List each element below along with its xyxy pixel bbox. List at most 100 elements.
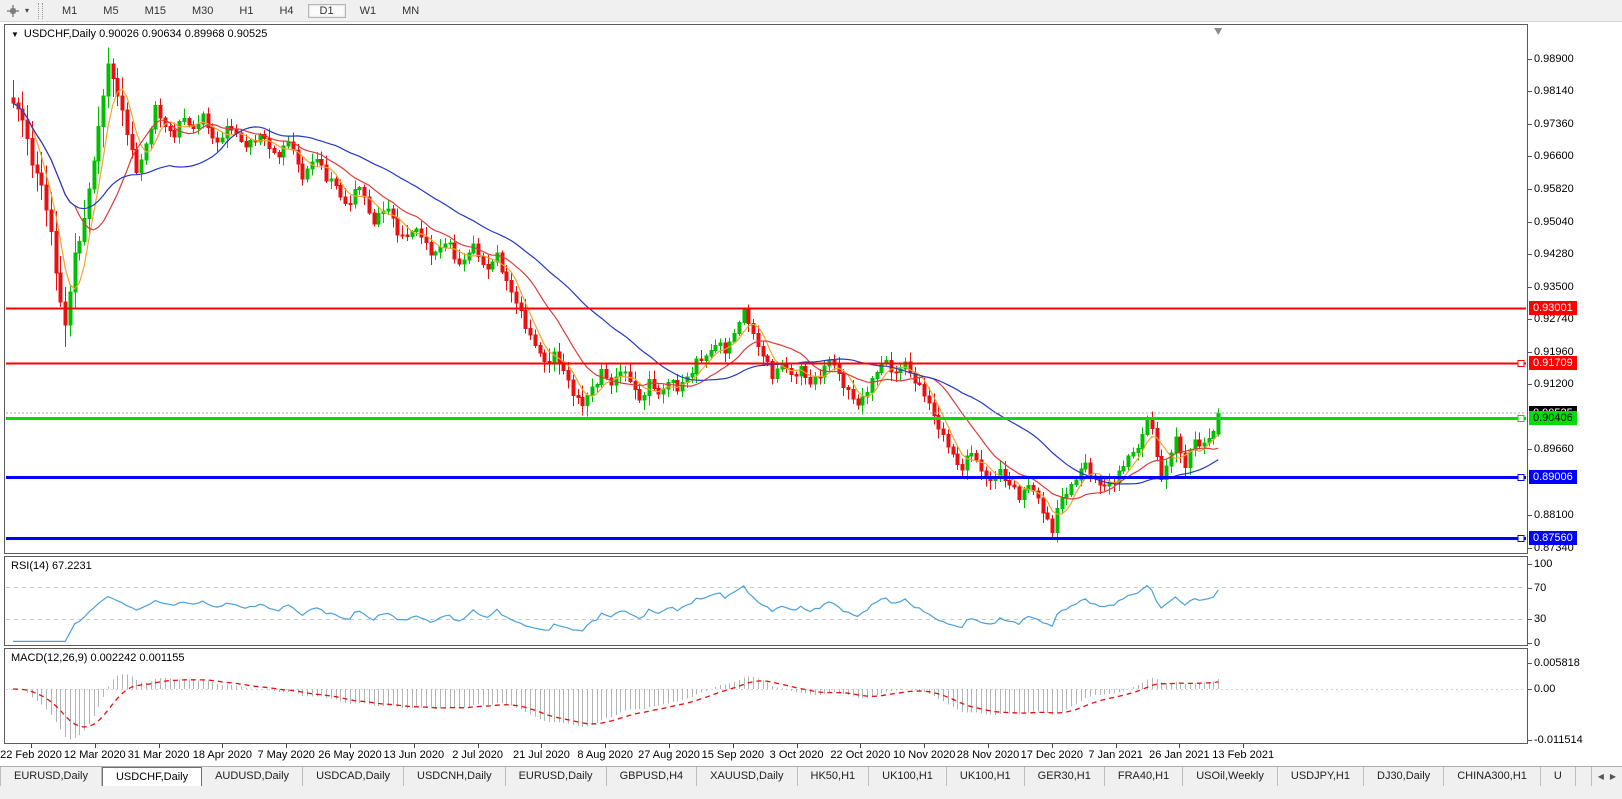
date-label: 31 Mar 2020 — [128, 749, 190, 761]
timeframe-button-h1[interactable]: H1 — [227, 4, 265, 18]
date-label: 22 Oct 2020 — [830, 749, 890, 761]
date-label: 15 Sep 2020 — [702, 749, 764, 761]
date-tick — [988, 744, 989, 748]
timeframe-button-m30[interactable]: M30 — [180, 4, 225, 18]
macd-chart — [5, 649, 1527, 743]
date-label: 28 Nov 2020 — [957, 749, 1019, 761]
chart-tab-dj30-daily[interactable]: DJ30,Daily — [1364, 767, 1444, 786]
candlestick-chart[interactable] — [5, 25, 1527, 553]
date-tick — [1052, 744, 1053, 748]
date-label: 26 Jan 2021 — [1149, 749, 1210, 761]
chart-tab-uk100-h1[interactable]: UK100,H1 — [869, 767, 947, 786]
timeframe-button-h4[interactable]: H4 — [267, 4, 305, 18]
date-tick — [478, 744, 479, 748]
date-tick — [541, 744, 542, 748]
date-label: 2 Jul 2020 — [452, 749, 503, 761]
chart-tab-usdjpy-h1[interactable]: USDJPY,H1 — [1278, 767, 1364, 786]
date-tick — [605, 744, 606, 748]
chart-title-text: USDCHF,Daily 0.90026 0.90634 0.89968 0.9… — [24, 28, 267, 40]
date-label: 18 Apr 2020 — [193, 749, 252, 761]
tab-scroll-left-icon[interactable]: ◀ — [1598, 772, 1604, 781]
chart-tab-usdcad-daily[interactable]: USDCAD,Daily — [303, 767, 404, 786]
price-tick-label: 0.89660 — [1534, 443, 1574, 456]
date-tick — [222, 744, 223, 748]
date-tick — [1179, 744, 1180, 748]
rsi-tick-label: 100 — [1534, 558, 1552, 571]
timeframe-button-m5[interactable]: M5 — [91, 4, 130, 18]
chart-tab-hk50-h1[interactable]: HK50,H1 — [798, 767, 870, 786]
chart-collapse-icon[interactable]: ▼ — [11, 30, 19, 39]
date-tick — [414, 744, 415, 748]
date-tick — [95, 744, 96, 748]
date-label: 21 Jul 2020 — [513, 749, 570, 761]
crosshair-tool-icon[interactable] — [4, 2, 22, 20]
date-tick — [31, 744, 32, 748]
rsi-axis: 10070300 — [1528, 556, 1622, 646]
last-bar-marker-icon — [1214, 28, 1222, 35]
macd-tick-label: 0.005818 — [1534, 657, 1580, 670]
date-label: 26 May 2020 — [318, 749, 382, 761]
macd-label: MACD(12,26,9) 0.002242 0.001155 — [11, 652, 184, 664]
date-label: 8 Aug 2020 — [577, 749, 633, 761]
price-tick-label: 0.91200 — [1534, 378, 1574, 391]
price-line-tag: 0.90406 — [1529, 411, 1577, 425]
chart-tab-uk100-h1[interactable]: UK100,H1 — [947, 767, 1025, 786]
date-axis[interactable]: 22 Feb 202012 Mar 202031 Mar 202018 Apr … — [4, 744, 1528, 764]
timeframe-toolbar: ▾ M1M5M15M30H1H4D1W1MN — [0, 0, 1622, 22]
date-tick — [733, 744, 734, 748]
chart-tabs: EURUSD,DailyUSDCHF,DailyAUDUSD,DailyUSDC… — [0, 767, 1576, 786]
date-tick — [350, 744, 351, 748]
price-tick-label: 0.98140 — [1534, 85, 1574, 98]
macd-panel[interactable]: MACD(12,26,9) 0.002242 0.001155 — [4, 648, 1528, 744]
price-tick-label: 0.95820 — [1534, 183, 1574, 196]
chart-tab-bar: EURUSD,DailyUSDCHF,DailyAUDUSD,DailyUSDC… — [0, 766, 1622, 786]
chart-tab-china300-h1[interactable]: CHINA300,H1 — [1444, 767, 1541, 786]
rsi-panel[interactable]: RSI(14) 67.2231 — [4, 556, 1528, 646]
price-axis[interactable]: 0.989000.981400.973600.966000.958200.950… — [1528, 24, 1622, 554]
trading-terminal-window: ▾ M1M5M15M30H1H4D1W1MN ▼ USDCHF,Daily 0.… — [0, 0, 1622, 799]
date-label: 7 Jan 2021 — [1088, 749, 1142, 761]
chart-tab-usoil-weekly[interactable]: USOil,Weekly — [1183, 767, 1278, 786]
rsi-label: RSI(14) 67.2231 — [11, 560, 92, 572]
tab-scroll-right-icon[interactable]: ▶ — [1610, 772, 1616, 781]
date-tick — [924, 744, 925, 748]
date-label: 7 May 2020 — [257, 749, 314, 761]
chart-tab-fra40-h1[interactable]: FRA40,H1 — [1105, 767, 1183, 786]
timeframe-button-m1[interactable]: M1 — [50, 4, 89, 18]
date-label: 10 Nov 2020 — [893, 749, 955, 761]
chart-tab-usdcnh-daily[interactable]: USDCNH,Daily — [404, 767, 506, 786]
date-label: 13 Feb 2021 — [1212, 749, 1274, 761]
rsi-chart — [5, 557, 1527, 645]
price-line-tag: 0.87560 — [1529, 531, 1577, 545]
date-tick — [159, 744, 160, 748]
timeframe-button-m15[interactable]: M15 — [133, 4, 178, 18]
price-line-tag: 0.93001 — [1529, 301, 1577, 315]
chart-tab-eurusd-daily[interactable]: EURUSD,Daily — [0, 767, 102, 786]
price-tick-label: 0.95040 — [1534, 216, 1574, 229]
price-tick-label: 0.98900 — [1534, 53, 1574, 66]
chart-tab-u[interactable]: U — [1541, 767, 1576, 786]
date-label: 22 Feb 2020 — [0, 749, 62, 761]
main-chart-panel[interactable]: ▼ USDCHF,Daily 0.90026 0.90634 0.89968 0… — [4, 24, 1528, 554]
price-tick-label: 0.93500 — [1534, 281, 1574, 294]
chart-tab-xauusd-daily[interactable]: XAUUSD,Daily — [697, 767, 797, 786]
timeframe-buttons: M1M5M15M30H1H4D1W1MN — [49, 2, 432, 20]
chart-tab-audusd-daily[interactable]: AUDUSD,Daily — [202, 767, 303, 786]
timeframe-button-w1[interactable]: W1 — [348, 4, 389, 18]
chart-tab-usdchf-daily[interactable]: USDCHF,Daily — [102, 767, 202, 786]
price-tick-label: 0.97360 — [1534, 118, 1574, 131]
chart-tab-gbpusd-h4[interactable]: GBPUSD,H4 — [607, 767, 698, 786]
date-tick — [797, 744, 798, 748]
chart-tab-ger30-h1[interactable]: GER30,H1 — [1025, 767, 1105, 786]
date-label: 13 Jun 2020 — [384, 749, 445, 761]
price-tick-label: 0.88100 — [1534, 509, 1574, 522]
timeframe-button-d1[interactable]: D1 — [308, 4, 346, 18]
timeframe-button-mn[interactable]: MN — [390, 4, 431, 18]
price-tick-label: 0.94280 — [1534, 248, 1574, 261]
chart-tab-eurusd-daily[interactable]: EURUSD,Daily — [506, 767, 607, 786]
date-label: 12 Mar 2020 — [64, 749, 126, 761]
chevron-down-icon[interactable]: ▾ — [22, 6, 32, 15]
chart-title: ▼ USDCHF,Daily 0.90026 0.90634 0.89968 0… — [11, 28, 267, 40]
rsi-tick-label: 30 — [1534, 613, 1546, 626]
toolbar-grip — [38, 3, 43, 19]
